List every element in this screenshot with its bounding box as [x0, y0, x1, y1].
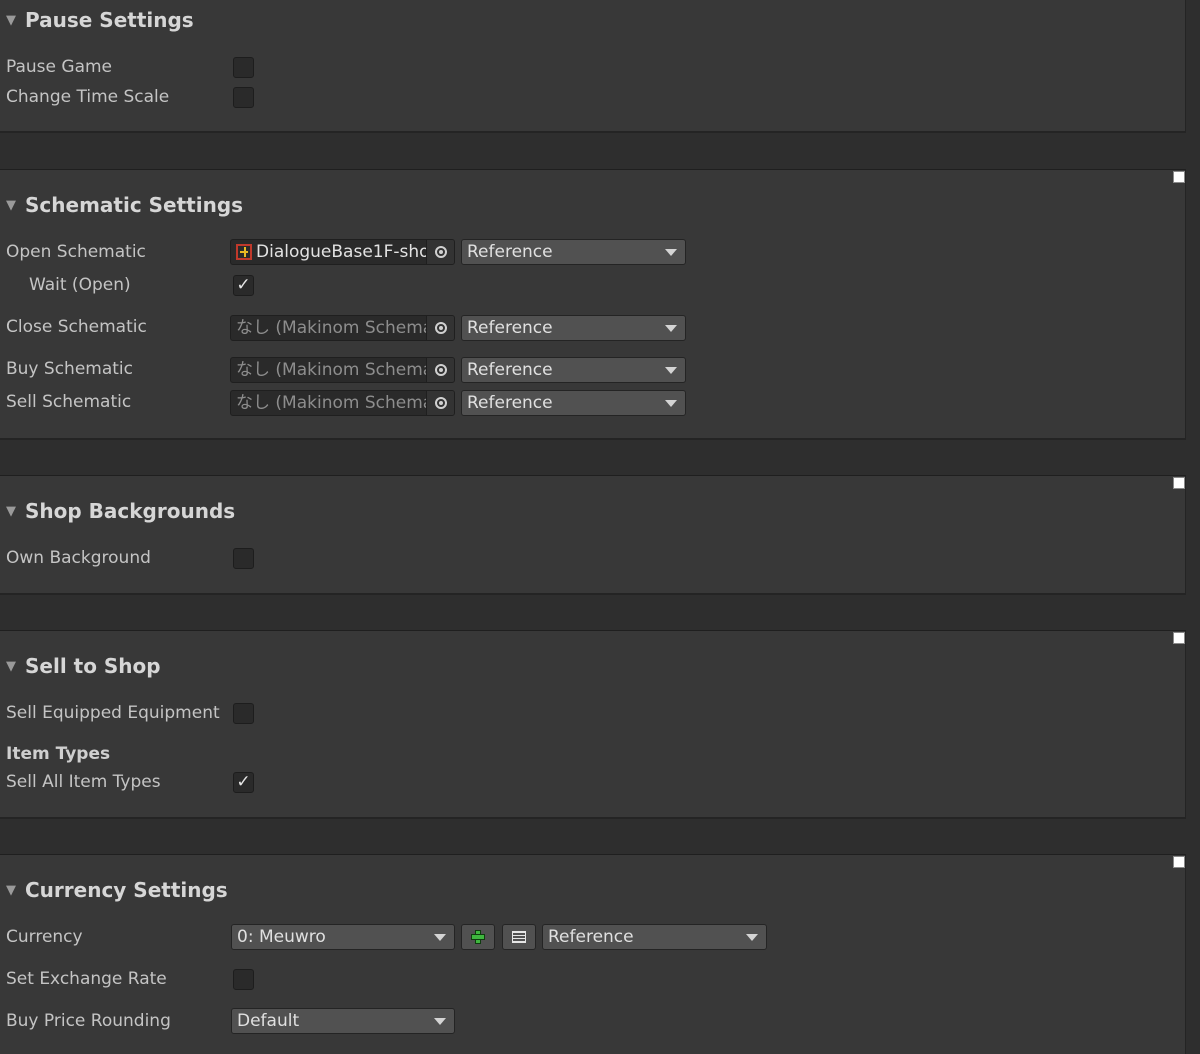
pause-settings-title: Pause Settings: [25, 8, 194, 32]
sell-to-shop-title: Sell to Shop: [25, 654, 161, 678]
item-types-heading: Item Types: [6, 744, 111, 764]
green-plus-icon: [471, 930, 485, 944]
chevron-down-icon: [434, 934, 446, 941]
currency-settings-title: Currency Settings: [25, 878, 228, 902]
chevron-down-icon: [665, 325, 677, 332]
open-schematic-mode-dropdown[interactable]: Reference: [461, 239, 686, 265]
sell-all-item-types-checkbox[interactable]: ✓: [233, 772, 254, 793]
panel-handle-icon[interactable]: [1173, 632, 1185, 644]
chevron-down-icon: [434, 1018, 446, 1025]
triangle-down-icon: ▼: [6, 658, 16, 674]
sell-schematic-mode-dropdown[interactable]: Reference: [461, 390, 686, 416]
buy-price-rounding-value: Default: [237, 1011, 300, 1031]
triangle-down-icon: ▼: [6, 503, 16, 519]
buy-price-rounding-label: Buy Price Rounding: [6, 1011, 171, 1031]
buy-schematic-mode-dropdown[interactable]: Reference: [461, 357, 686, 383]
sell-schematic-mode-value: Reference: [467, 393, 553, 413]
set-exchange-rate-label: Set Exchange Rate: [6, 969, 167, 989]
wait-open-label: Wait (Open): [29, 275, 131, 295]
panel-handle-icon[interactable]: [1173, 477, 1185, 489]
change-time-scale-label: Change Time Scale: [6, 87, 170, 107]
object-picker-button[interactable]: [426, 391, 454, 415]
target-circle-icon: [434, 397, 447, 409]
own-background-label: Own Background: [6, 548, 151, 568]
currency-label: Currency: [6, 927, 83, 947]
buy-schematic-label: Buy Schematic: [6, 359, 133, 379]
shop-backgrounds-panel: [0, 475, 1186, 595]
close-schematic-value: なし (Makinom Schematic): [236, 318, 428, 338]
open-schematic-value: DialogueBase1F-shop: [256, 242, 428, 262]
chevron-down-icon: [665, 367, 677, 374]
schematic-icon: [236, 244, 252, 260]
open-schematic-field[interactable]: DialogueBase1F-shop: [230, 239, 455, 265]
sell-equipped-equipment-label: Sell Equipped Equipment: [6, 703, 220, 723]
close-schematic-field[interactable]: なし (Makinom Schematic): [230, 315, 455, 341]
add-currency-button[interactable]: [461, 924, 495, 950]
chevron-down-icon: [665, 400, 677, 407]
chevron-down-icon: [746, 934, 758, 941]
triangle-down-icon: ▼: [6, 882, 16, 898]
list-button[interactable]: [502, 924, 536, 950]
panel-handle-icon[interactable]: [1173, 171, 1185, 183]
buy-schematic-field[interactable]: なし (Makinom Schematic): [230, 357, 455, 383]
list-icon: [512, 931, 526, 943]
schematic-settings-title: Schematic Settings: [25, 193, 244, 217]
buy-schematic-mode-value: Reference: [467, 360, 553, 380]
pause-game-label: Pause Game: [6, 57, 113, 77]
own-background-checkbox[interactable]: [233, 548, 254, 569]
target-circle-icon: [434, 246, 447, 258]
currency-settings-header[interactable]: ▼ Currency Settings: [6, 875, 228, 905]
triangle-down-icon: ▼: [6, 12, 16, 28]
close-schematic-label: Close Schematic: [6, 317, 147, 337]
currency-mode-dropdown[interactable]: Reference: [542, 924, 767, 950]
sell-schematic-label: Sell Schematic: [6, 392, 132, 412]
sell-schematic-value: なし (Makinom Schematic): [236, 393, 428, 413]
set-exchange-rate-checkbox[interactable]: [233, 969, 254, 990]
sell-schematic-field[interactable]: なし (Makinom Schematic): [230, 390, 455, 416]
currency-dropdown[interactable]: 0: Meuwro: [231, 924, 455, 950]
sell-to-shop-header[interactable]: ▼ Sell to Shop: [6, 651, 161, 681]
target-circle-icon: [434, 322, 447, 334]
pause-settings-header[interactable]: ▼ Pause Settings: [6, 5, 194, 35]
schematic-settings-header[interactable]: ▼ Schematic Settings: [6, 190, 243, 220]
close-schematic-mode-dropdown[interactable]: Reference: [461, 315, 686, 341]
triangle-down-icon: ▼: [6, 197, 16, 213]
object-picker-button[interactable]: [426, 240, 454, 264]
pause-game-checkbox[interactable]: [233, 57, 254, 78]
open-schematic-label: Open Schematic: [6, 242, 146, 262]
object-picker-button[interactable]: [426, 316, 454, 340]
close-schematic-mode-value: Reference: [467, 318, 553, 338]
sell-all-item-types-label: Sell All Item Types: [6, 772, 161, 792]
change-time-scale-checkbox[interactable]: [233, 87, 254, 108]
object-picker-button[interactable]: [426, 358, 454, 382]
wait-open-checkbox[interactable]: ✓: [233, 275, 254, 296]
sell-equipped-equipment-checkbox[interactable]: [233, 703, 254, 724]
shop-backgrounds-header[interactable]: ▼ Shop Backgrounds: [6, 496, 235, 526]
shop-backgrounds-title: Shop Backgrounds: [25, 499, 236, 523]
buy-price-rounding-dropdown[interactable]: Default: [231, 1008, 455, 1034]
target-circle-icon: [434, 364, 447, 376]
currency-value: 0: Meuwro: [237, 927, 326, 947]
chevron-down-icon: [665, 249, 677, 256]
buy-schematic-value: なし (Makinom Schematic): [236, 360, 428, 380]
currency-mode-value: Reference: [548, 927, 634, 947]
panel-handle-icon[interactable]: [1173, 856, 1185, 868]
open-schematic-mode-value: Reference: [467, 242, 553, 262]
